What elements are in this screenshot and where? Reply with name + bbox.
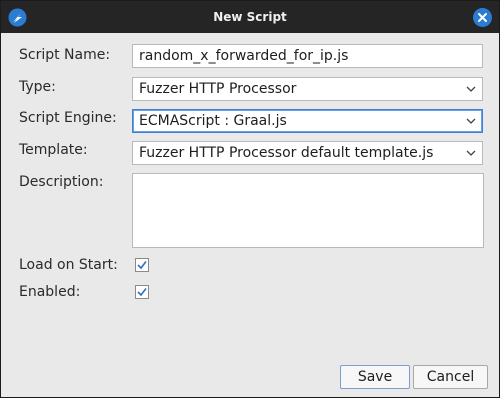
type-select[interactable]: Fuzzer HTTP Processor [132,77,483,101]
script-engine-select[interactable]: ECMAScript : Graal.js [132,109,483,133]
description-textarea[interactable] [132,173,484,248]
close-icon[interactable] [473,8,492,27]
script-name-label: Script Name: [19,47,111,63]
type-value: Fuzzer HTTP Processor [139,81,297,97]
window-title: New Script [213,10,287,24]
script-engine-label: Script Engine: [19,110,117,126]
script-name-input[interactable]: random_x_forwarded_for_ip.js [132,44,483,68]
chevron-down-icon [466,118,476,124]
cancel-button[interactable]: Cancel [413,365,488,389]
chevron-down-icon [466,86,476,92]
new-script-dialog: New Script Script Name: random_x_forward… [0,0,500,398]
load-on-start-checkbox[interactable] [135,258,149,272]
template-select[interactable]: Fuzzer HTTP Processor default template.j… [132,141,483,165]
description-label: Description: [19,174,104,190]
chevron-down-icon [466,150,476,156]
script-name-value: random_x_forwarded_for_ip.js [139,48,349,64]
script-engine-value: ECMAScript : Graal.js [139,113,287,129]
template-value: Fuzzer HTTP Processor default template.j… [139,145,434,161]
title-bar[interactable]: New Script [1,1,499,33]
type-label: Type: [19,79,56,95]
check-icon [137,261,147,270]
load-on-start-label: Load on Start: [19,257,118,273]
enabled-label: Enabled: [19,284,81,300]
save-button[interactable]: Save [340,365,410,389]
template-label: Template: [19,142,88,158]
enabled-checkbox[interactable] [135,285,149,299]
check-icon [137,288,147,297]
